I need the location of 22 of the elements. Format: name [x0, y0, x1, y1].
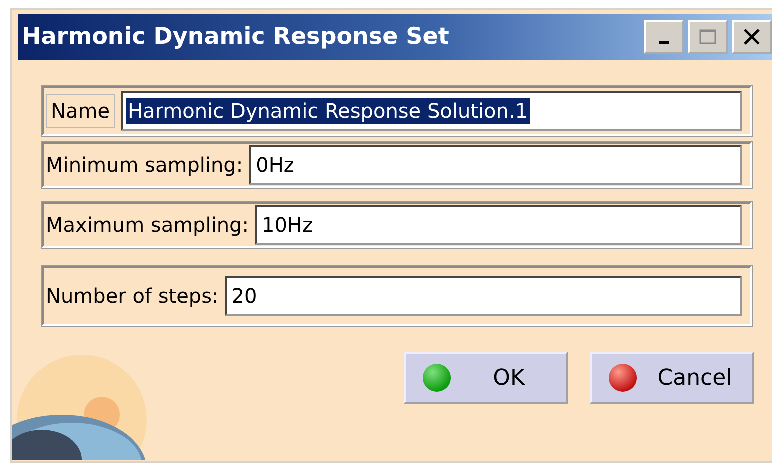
window-title: Harmonic Dynamic Response Set [22, 24, 450, 50]
input-field[interactable]: Harmonic Dynamic Response Solution.1 [121, 91, 742, 131]
ball-icon [422, 363, 452, 393]
ok-button[interactable]: OK [404, 352, 568, 404]
field-value: 0Hz [255, 152, 296, 178]
cancel-button[interactable]: Cancel [590, 352, 754, 404]
close-icon [743, 29, 761, 45]
field-value: 10Hz [260, 212, 314, 238]
input-field[interactable]: 10Hz [254, 205, 742, 245]
close-button[interactable] [732, 20, 772, 54]
input-field[interactable]: 20 [224, 276, 742, 316]
field-value: 20 [230, 283, 258, 309]
minimize-icon [659, 40, 669, 44]
field-label: Name [46, 94, 116, 128]
field-label: Number of steps: [46, 284, 219, 308]
maximize-icon [699, 29, 717, 45]
field-value: Harmonic Dynamic Response Solution.1 [126, 98, 530, 124]
ball-icon [608, 363, 638, 393]
field-label: Maximum sampling: [46, 213, 249, 237]
input-field[interactable]: 0Hz [249, 145, 742, 185]
field-label: Minimum sampling: [46, 153, 244, 177]
minimize-button[interactable] [644, 20, 684, 54]
